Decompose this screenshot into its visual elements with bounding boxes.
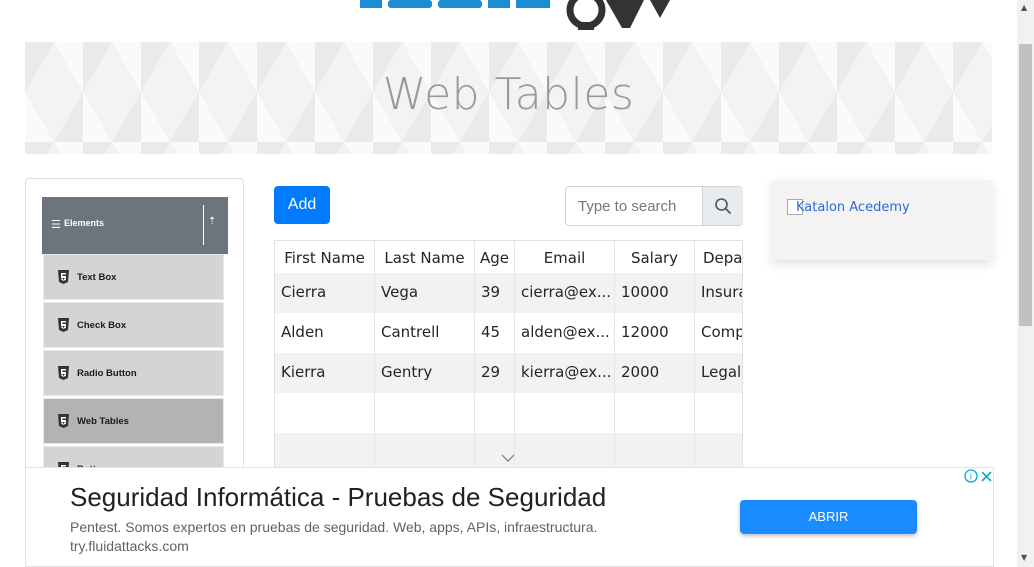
ad-open-button[interactable]: ABRIR <box>740 500 917 534</box>
search-box[interactable]: Type to search <box>565 186 743 226</box>
column-header-email[interactable]: Email <box>515 241 615 273</box>
table-row: Alden Cantrell 45 alden@ex... 12000 Comp <box>275 313 742 353</box>
toolsqa-logo[interactable] <box>360 0 680 34</box>
page-title: Web Tables <box>382 69 635 120</box>
html5-icon <box>58 366 69 380</box>
table-header: First Name Last Name Age Email Salary De… <box>275 241 742 273</box>
table-cell <box>515 393 615 433</box>
column-header-last-name[interactable]: Last Name <box>375 241 475 273</box>
table-cell: cierra@ex... <box>515 273 615 313</box>
table-cell <box>615 393 695 433</box>
html5-icon <box>58 318 69 332</box>
ad-url[interactable]: try.fluidattacks.com <box>70 538 189 554</box>
side-ad-alt-text[interactable]: Katalon Acedemy <box>796 200 910 215</box>
left-sidebar: ☰ Elements ⇡ Text Box Check Box Radio Bu… <box>25 178 244 478</box>
sidebar-item-label: Web Tables <box>77 416 129 427</box>
table-cell: Gentry <box>375 353 475 393</box>
add-button[interactable]: Add <box>274 186 330 224</box>
table-cell: kierra@ex... <box>515 353 615 393</box>
ad-description: Pentest. Somos expertos en pruebas de se… <box>70 519 598 535</box>
search-icon <box>715 198 731 214</box>
table-cell <box>475 393 515 433</box>
column-header-first-name[interactable]: First Name <box>275 241 375 273</box>
table-cell: 2000 <box>615 353 695 393</box>
column-header-department[interactable]: Depar <box>695 241 742 273</box>
html5-icon <box>58 414 69 428</box>
table-cell: Kierra <box>275 353 375 393</box>
table-cell: Alden <box>275 313 375 353</box>
table-cell: Cantrell <box>375 313 475 353</box>
elements-group-header[interactable]: ☰ Elements ⇡ <box>42 197 228 254</box>
table-row: Cierra Vega 39 cierra@ex... 10000 Insura <box>275 273 742 313</box>
table-cell: Comp <box>695 313 742 353</box>
table-row-empty <box>275 393 742 433</box>
search-input[interactable]: Type to search <box>578 198 676 215</box>
bottom-ad-banner[interactable]: Seguridad Informática - Pruebas de Segur… <box>25 467 994 567</box>
page-scrollbar[interactable]: ▲ ▼ <box>1017 0 1034 567</box>
adchoices-icon[interactable]: i <box>964 469 994 483</box>
table-cell: 10000 <box>615 273 695 313</box>
table-cell: Cierra <box>275 273 375 313</box>
table-cell: 12000 <box>615 313 695 353</box>
table-cell: Vega <box>375 273 475 313</box>
scroll-up-icon[interactable]: ▲ <box>1021 3 1027 12</box>
sidebar-item-label: Radio Button <box>77 368 137 379</box>
sidebar-item-check-box[interactable]: Check Box <box>43 302 224 348</box>
table-cell: alden@ex... <box>515 313 615 353</box>
sidebar-item-label: Text Box <box>77 272 117 283</box>
header-divider <box>203 205 204 245</box>
svg-text:i: i <box>970 473 973 483</box>
table-cell <box>375 393 475 433</box>
sidebar-item-label: Check Box <box>77 320 127 331</box>
sidebar-item-web-tables[interactable]: Web Tables <box>43 398 224 444</box>
table-cell <box>275 393 375 433</box>
search-button[interactable] <box>702 187 743 225</box>
web-table: First Name Last Name Age Email Salary De… <box>274 240 743 475</box>
table-cell: 29 <box>475 353 515 393</box>
column-header-salary[interactable]: Salary <box>615 241 695 273</box>
column-header-age[interactable]: Age <box>475 241 515 273</box>
sidebar-item-text-box[interactable]: Text Box <box>43 254 224 300</box>
ad-title[interactable]: Seguridad Informática - Pruebas de Segur… <box>70 482 606 513</box>
table-cell <box>695 393 742 433</box>
scrollbar-thumb[interactable] <box>1019 44 1032 326</box>
table-cell: 45 <box>475 313 515 353</box>
collapse-icon[interactable]: ⇡ <box>208 216 216 227</box>
table-row: Kierra Gentry 29 kierra@ex... 2000 Legal <box>275 353 742 393</box>
html5-icon <box>58 270 69 284</box>
group-title: Elements <box>64 218 105 228</box>
side-ad[interactable]: Katalon Acedemy <box>772 180 992 260</box>
page-banner: Web Tables <box>25 42 992 154</box>
table-cell: Insura <box>695 273 742 313</box>
scroll-down-icon[interactable]: ▼ <box>1021 553 1027 562</box>
chevron-down-icon[interactable] <box>501 453 515 463</box>
menu-icon: ☰ <box>51 218 61 231</box>
table-cell: 39 <box>475 273 515 313</box>
sidebar-item-radio-button[interactable]: Radio Button <box>43 350 224 396</box>
table-cell: Legal <box>695 353 742 393</box>
